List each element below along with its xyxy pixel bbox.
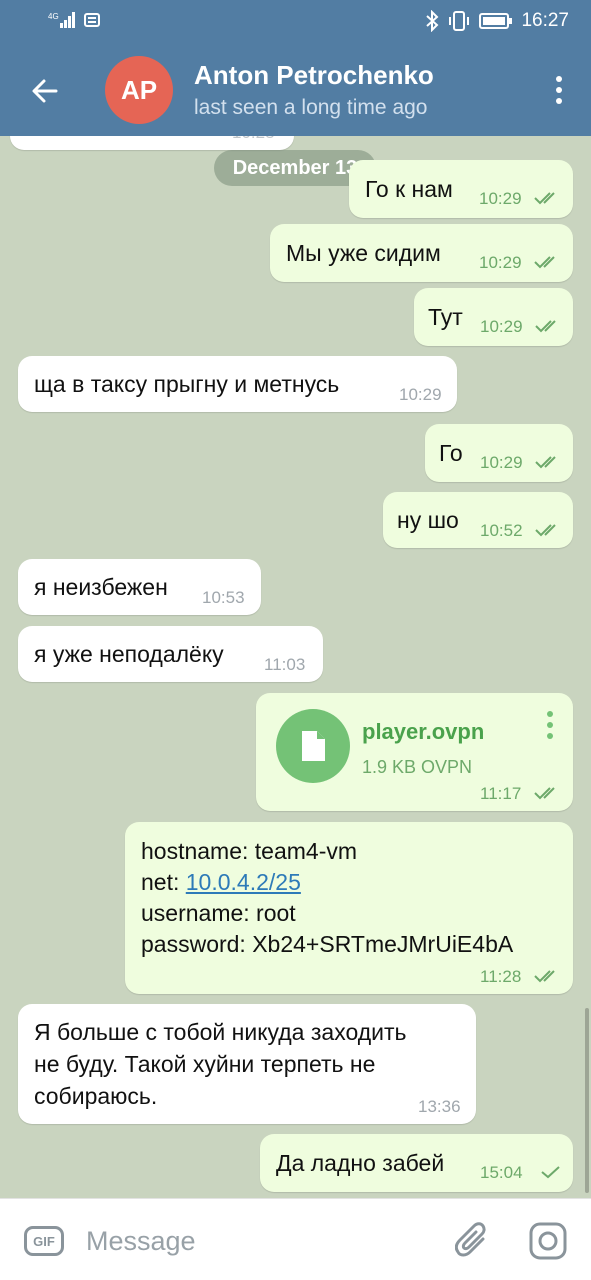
double-check-icon [535, 524, 556, 537]
double-check-icon [534, 787, 555, 800]
message-bubble-outgoing[interactable]: Мы уже сидим 10:29 [270, 224, 573, 282]
contact-status: last seen a long time ago [194, 96, 428, 119]
clock: 16:27 [521, 10, 569, 31]
camera-button[interactable] [528, 1221, 568, 1261]
message-text: я неизбежен [34, 574, 168, 600]
avatar[interactable]: AP [105, 56, 173, 124]
message-text: Да ладно забей [276, 1150, 445, 1176]
message-input[interactable] [86, 1221, 426, 1261]
message-time: 11:17 [480, 784, 522, 803]
paperclip-icon [454, 1222, 486, 1257]
arrow-left-icon [32, 79, 58, 103]
status-bar: 4G 16:27 [0, 0, 591, 44]
scrollbar[interactable] [585, 1008, 589, 1193]
message-time: 13:36 [418, 1097, 461, 1116]
credentials-message[interactable]: hostname: team4-vm net: 10.0.4.2/25 user… [125, 822, 573, 994]
message-time: 10:28 [232, 136, 275, 145]
message-bubble-incoming[interactable]: я неизбежен 10:53 [18, 559, 261, 615]
message-time: 10:29 [399, 385, 442, 404]
file-message[interactable]: player.ovpn 1.9 KB OVPN 11:17 [256, 693, 573, 811]
message-text-line: username: root [141, 900, 296, 926]
dot-icon [556, 87, 562, 93]
message-time: 10:29 [479, 189, 522, 208]
dot-icon [547, 722, 553, 728]
message-text: ну шо [397, 507, 459, 533]
double-check-icon [534, 192, 555, 205]
message-bubble-outgoing[interactable]: Тут 10:29 [414, 288, 573, 346]
message-time: 10:52 [480, 521, 523, 540]
dot-icon [556, 76, 562, 82]
dot-icon [547, 733, 553, 739]
bluetooth-icon [425, 10, 439, 32]
file-download-button[interactable] [276, 709, 350, 783]
message-text: я уже неподалёку [34, 641, 224, 667]
message-text: Тут [428, 304, 463, 330]
net-label: net: [141, 869, 186, 895]
single-check-icon [541, 1166, 560, 1179]
message-text-line: собираюсь. [34, 1083, 158, 1109]
file-name[interactable]: player.ovpn [362, 717, 484, 747]
message-bubble-outgoing[interactable]: Го к нам 10:29 [349, 160, 573, 218]
more-menu-button[interactable] [547, 70, 571, 110]
chat-header: AP Anton Petrochenko last seen a long ti… [0, 44, 591, 136]
message-text-line: password: Xb24+SRTmeJMrUiE4bA [141, 931, 514, 957]
message-text-line: net: 10.0.4.2/25 [141, 867, 301, 898]
message-time: 10:29 [479, 253, 522, 272]
gif-button[interactable]: GIF [24, 1226, 64, 1256]
message-text: Мы уже сидим [286, 240, 441, 266]
message-time: 11:28 [480, 967, 522, 986]
double-check-icon [535, 320, 556, 333]
signal-icon: 4G [48, 11, 76, 29]
message-list[interactable]: 10:28 December 13 Го к нам 10:29 Мы уже … [0, 136, 591, 1198]
dot-icon [547, 711, 553, 717]
message-bubble-partial[interactable]: 10:28 [10, 136, 294, 150]
message-bubble-outgoing[interactable]: Да ладно забей 15:04 [260, 1134, 573, 1192]
message-text-line: Я больше с тобой никуда заходить [34, 1019, 407, 1045]
svg-text:4G: 4G [48, 12, 59, 21]
battery-icon [479, 12, 513, 30]
message-icon [84, 12, 100, 28]
message-text: Го к нам [365, 176, 453, 202]
double-check-icon [534, 256, 555, 269]
message-bubble-outgoing[interactable]: Го 10:29 [425, 424, 573, 482]
file-options-button[interactable] [547, 711, 553, 739]
message-bubble-incoming[interactable]: я уже неподалёку 11:03 [18, 626, 323, 682]
ip-link[interactable]: 10.0.4.2/25 [186, 869, 301, 895]
message-time: 10:29 [480, 317, 523, 336]
message-text-line: hostname: team4-vm [141, 838, 358, 864]
message-time: 11:03 [264, 655, 306, 674]
message-text-line: не буду. Такой хуйни терпеть не [34, 1051, 376, 1077]
back-button[interactable] [22, 68, 68, 114]
file-meta: 1.9 KB OVPN [362, 757, 473, 777]
message-bubble-incoming[interactable]: ща в таксу прыгну и метнусь 10:29 [18, 356, 457, 412]
dot-icon [556, 98, 562, 104]
document-icon [302, 731, 325, 761]
message-text: Го [439, 440, 463, 466]
message-time: 10:53 [202, 588, 245, 607]
contact-name[interactable]: Anton Petrochenko [194, 60, 434, 91]
message-bubble-incoming[interactable]: Я больше с тобой никуда заходить не буду… [18, 1004, 476, 1124]
double-check-icon [534, 970, 555, 983]
double-check-icon [535, 456, 556, 469]
message-bubble-outgoing[interactable]: ну шо 10:52 [383, 492, 573, 548]
message-time: 15:04 [480, 1163, 523, 1182]
message-text: ща в таксу прыгну и метнусь [34, 371, 340, 397]
attach-button[interactable] [454, 1221, 491, 1261]
message-time: 10:29 [480, 453, 523, 472]
camera-icon [529, 1222, 567, 1260]
message-input-bar: GIF [0, 1198, 591, 1280]
vibrate-icon [447, 10, 471, 32]
